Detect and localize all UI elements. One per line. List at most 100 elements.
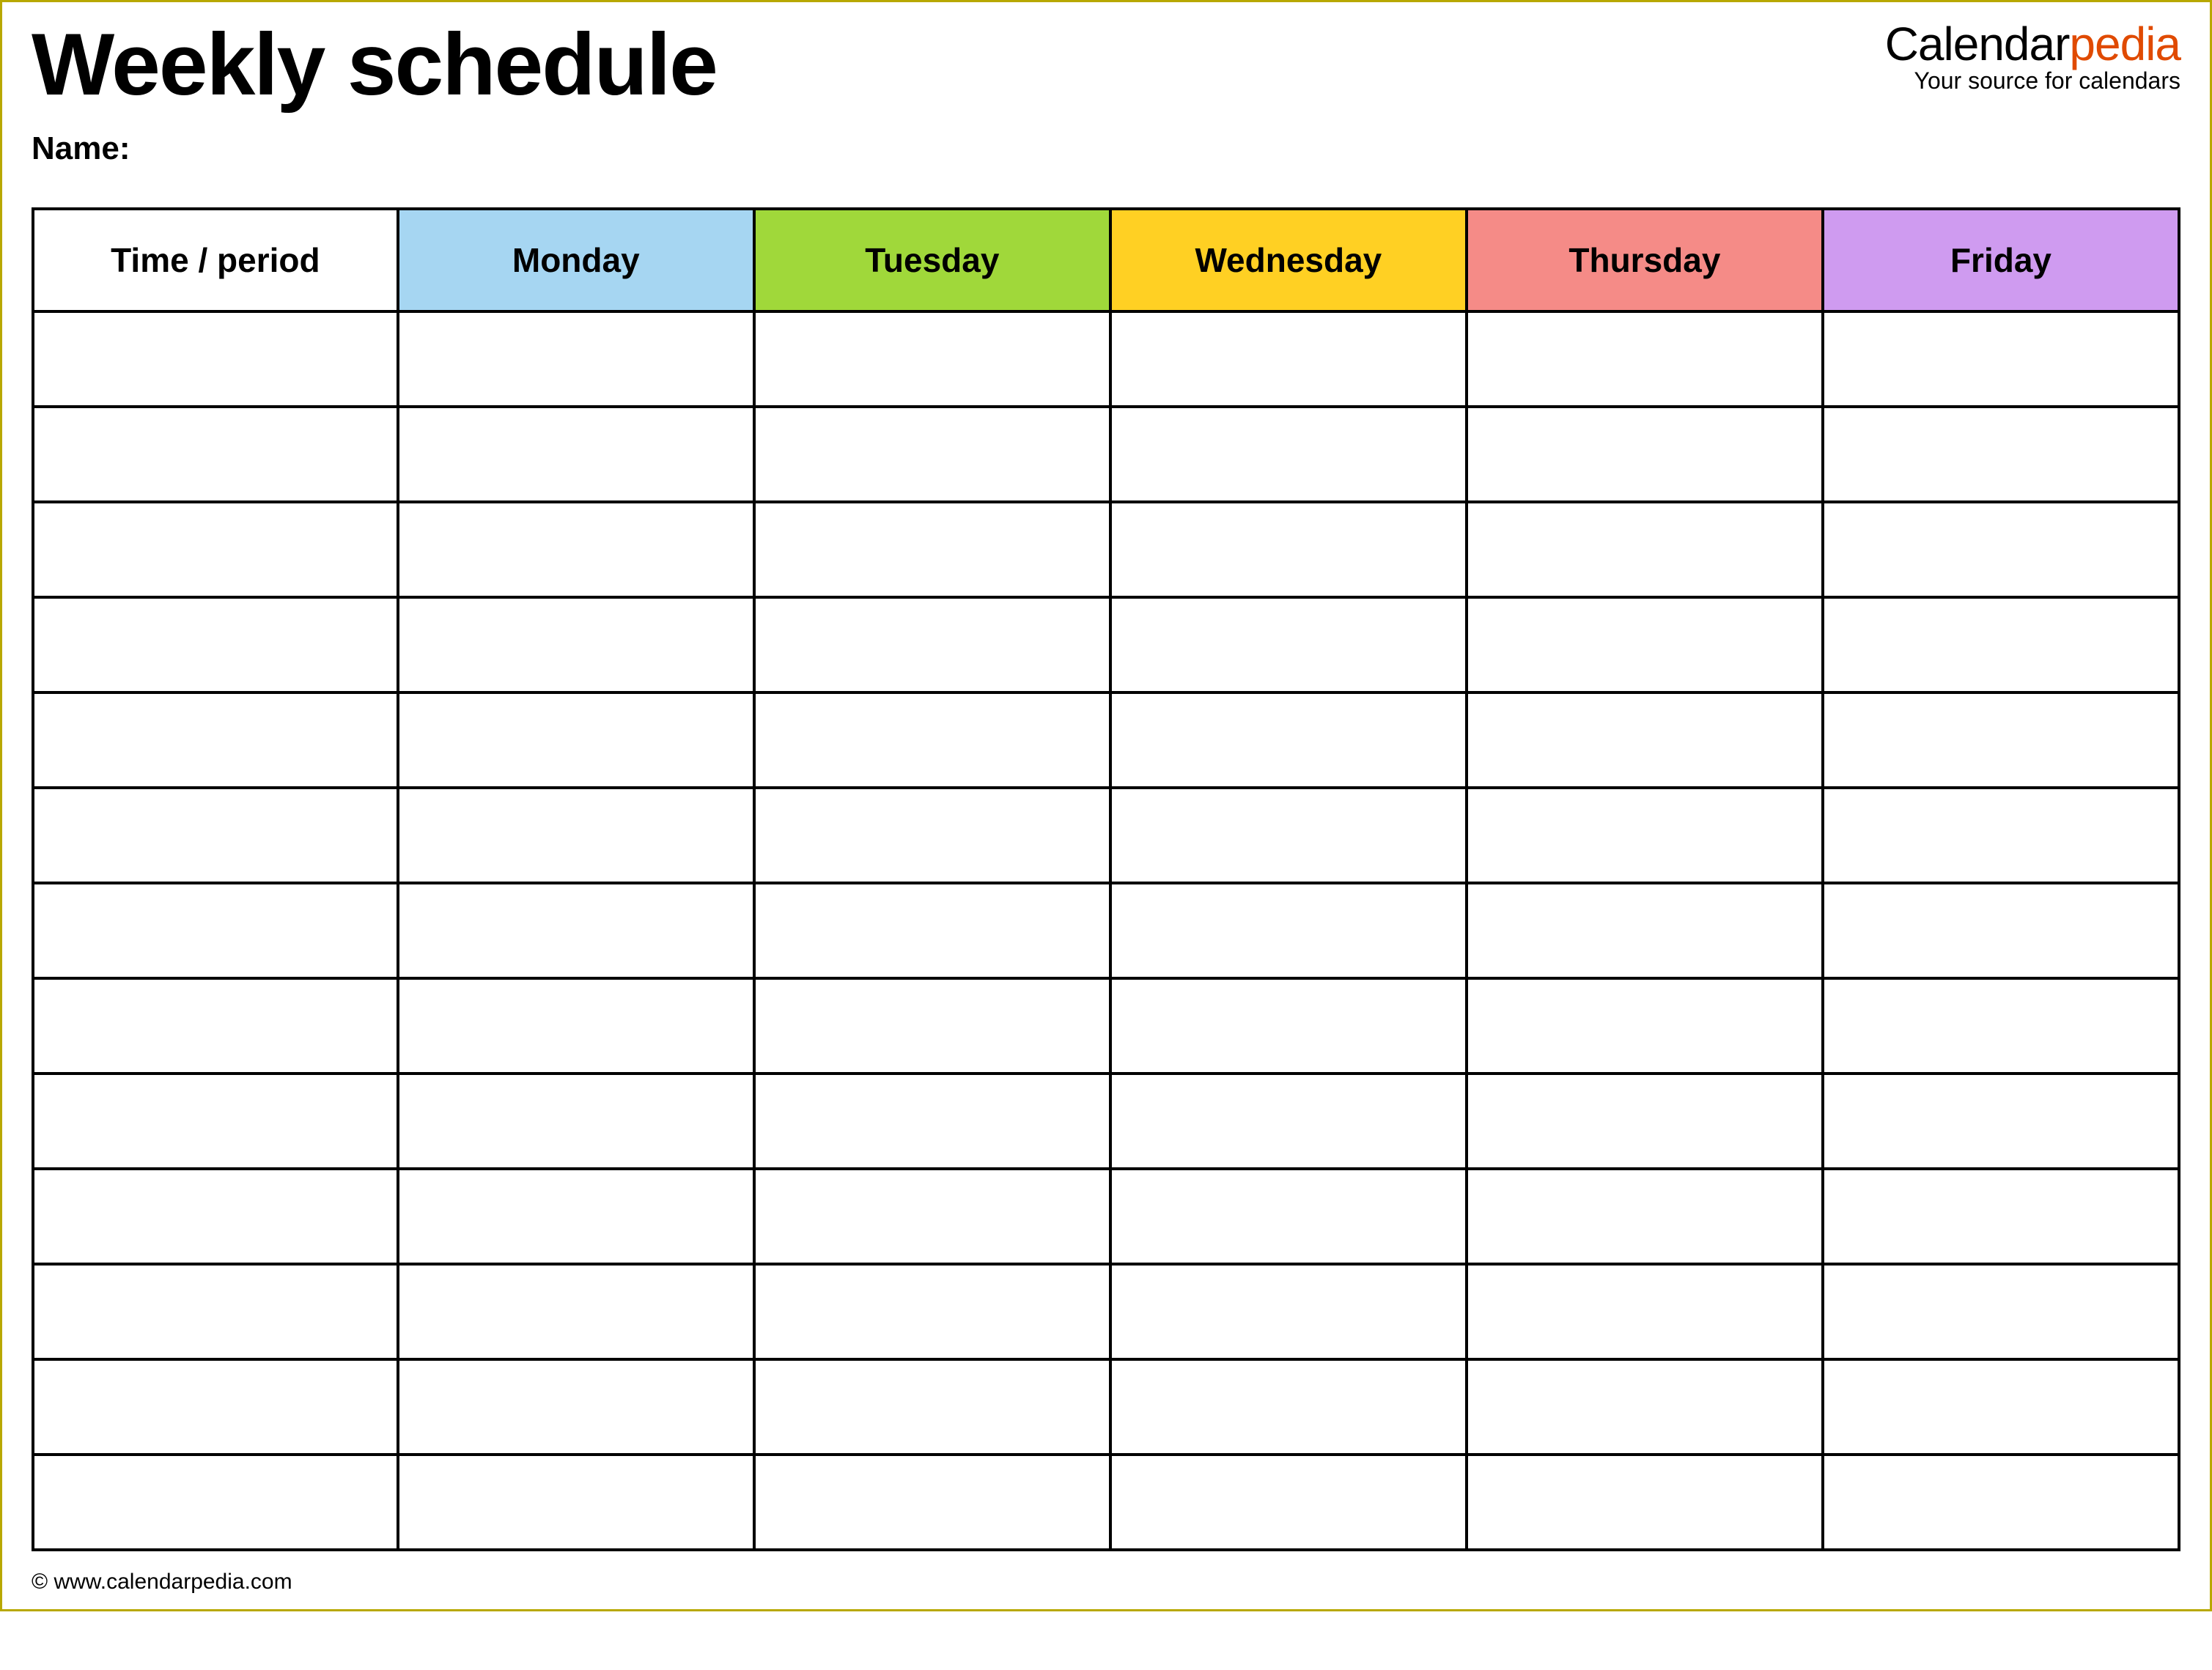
schedule-cell[interactable]	[1467, 978, 1823, 1074]
schedule-cell[interactable]	[398, 1455, 754, 1550]
schedule-cell[interactable]	[398, 311, 754, 407]
time-cell[interactable]	[33, 1264, 398, 1359]
schedule-cell[interactable]	[1110, 1264, 1467, 1359]
schedule-cell[interactable]	[1110, 1074, 1467, 1169]
copyright-text: © www.calendarpedia.com	[32, 1570, 292, 1594]
schedule-cell[interactable]	[754, 1074, 1110, 1169]
col-header-friday: Friday	[1823, 209, 2179, 311]
schedule-cell[interactable]	[754, 1264, 1110, 1359]
col-header-thursday: Thursday	[1467, 209, 1823, 311]
header-area: Weekly schedule Name: Calendarpedia Your…	[2, 2, 2210, 207]
schedule-cell[interactable]	[754, 1169, 1110, 1264]
schedule-cell[interactable]	[1823, 502, 2179, 597]
schedule-cell[interactable]	[1467, 502, 1823, 597]
schedule-cell[interactable]	[1467, 407, 1823, 502]
schedule-cell[interactable]	[398, 407, 754, 502]
table-row	[33, 407, 2179, 502]
schedule-cell[interactable]	[1110, 788, 1467, 883]
schedule-cell[interactable]	[398, 1264, 754, 1359]
schedule-cell[interactable]	[1467, 1264, 1823, 1359]
schedule-cell[interactable]	[1110, 978, 1467, 1074]
schedule-cell[interactable]	[398, 1169, 754, 1264]
time-cell[interactable]	[33, 597, 398, 692]
schedule-table: Time / period Monday Tuesday Wednesday T…	[32, 207, 2180, 1551]
schedule-cell[interactable]	[754, 692, 1110, 788]
col-header-time: Time / period	[33, 209, 398, 311]
schedule-cell[interactable]	[1823, 978, 2179, 1074]
schedule-cell[interactable]	[1823, 1169, 2179, 1264]
time-cell[interactable]	[33, 978, 398, 1074]
schedule-cell[interactable]	[1467, 1455, 1823, 1550]
schedule-cell[interactable]	[754, 311, 1110, 407]
brand-block: Calendarpedia Your source for calendars	[1885, 21, 2180, 92]
table-row	[33, 883, 2179, 978]
schedule-cell[interactable]	[398, 1359, 754, 1455]
schedule-cell[interactable]	[754, 597, 1110, 692]
schedule-cell[interactable]	[398, 883, 754, 978]
schedule-cell[interactable]	[1110, 597, 1467, 692]
table-row	[33, 788, 2179, 883]
schedule-cell[interactable]	[754, 1359, 1110, 1455]
schedule-cell[interactable]	[1467, 311, 1823, 407]
schedule-cell[interactable]	[1467, 1359, 1823, 1455]
schedule-cell[interactable]	[1110, 311, 1467, 407]
brand-part2: pedia	[2069, 18, 2180, 70]
schedule-cell[interactable]	[754, 788, 1110, 883]
schedule-cell[interactable]	[1823, 1455, 2179, 1550]
schedule-cell[interactable]	[1110, 1359, 1467, 1455]
schedule-cell[interactable]	[398, 502, 754, 597]
time-cell[interactable]	[33, 1169, 398, 1264]
schedule-cell[interactable]	[1467, 692, 1823, 788]
schedule-cell[interactable]	[1110, 692, 1467, 788]
schedule-cell[interactable]	[1823, 597, 2179, 692]
schedule-cell[interactable]	[398, 788, 754, 883]
schedule-cell[interactable]	[1823, 692, 2179, 788]
schedule-cell[interactable]	[1110, 1455, 1467, 1550]
schedule-cell[interactable]	[1110, 407, 1467, 502]
table-row	[33, 1359, 2179, 1455]
time-cell[interactable]	[33, 883, 398, 978]
schedule-cell[interactable]	[1110, 883, 1467, 978]
schedule-cell[interactable]	[754, 978, 1110, 1074]
schedule-cell[interactable]	[754, 1455, 1110, 1550]
schedule-cell[interactable]	[754, 502, 1110, 597]
schedule-cell[interactable]	[754, 883, 1110, 978]
schedule-cell[interactable]	[1467, 788, 1823, 883]
page-title: Weekly schedule	[32, 21, 2180, 108]
time-cell[interactable]	[33, 788, 398, 883]
schedule-cell[interactable]	[1823, 407, 2179, 502]
schedule-cell[interactable]	[1110, 1169, 1467, 1264]
schedule-cell[interactable]	[398, 597, 754, 692]
schedule-cell[interactable]	[398, 1074, 754, 1169]
schedule-cell[interactable]	[398, 978, 754, 1074]
time-cell[interactable]	[33, 1359, 398, 1455]
schedule-cell[interactable]	[1467, 1169, 1823, 1264]
table-row	[33, 978, 2179, 1074]
time-cell[interactable]	[33, 311, 398, 407]
time-cell[interactable]	[33, 407, 398, 502]
brand-tagline: Your source for calendars	[1885, 69, 2180, 92]
schedule-cell[interactable]	[1823, 1074, 2179, 1169]
table-row	[33, 692, 2179, 788]
col-header-wednesday: Wednesday	[1110, 209, 1467, 311]
schedule-cell[interactable]	[1823, 788, 2179, 883]
time-cell[interactable]	[33, 1074, 398, 1169]
time-cell[interactable]	[33, 502, 398, 597]
table-row	[33, 502, 2179, 597]
schedule-cell[interactable]	[1467, 597, 1823, 692]
schedule-cell[interactable]	[1823, 311, 2179, 407]
table-row	[33, 1074, 2179, 1169]
schedule-cell[interactable]	[1467, 883, 1823, 978]
header-row: Time / period Monday Tuesday Wednesday T…	[33, 209, 2179, 311]
schedule-cell[interactable]	[1110, 502, 1467, 597]
time-cell[interactable]	[33, 692, 398, 788]
schedule-cell[interactable]	[754, 407, 1110, 502]
schedule-cell[interactable]	[1823, 1359, 2179, 1455]
schedule-cell[interactable]	[398, 692, 754, 788]
time-cell[interactable]	[33, 1455, 398, 1550]
table-row	[33, 1169, 2179, 1264]
schedule-cell[interactable]	[1467, 1074, 1823, 1169]
schedule-cell[interactable]	[1823, 883, 2179, 978]
schedule-cell[interactable]	[1823, 1264, 2179, 1359]
brand-logo: Calendarpedia	[1885, 21, 2180, 67]
